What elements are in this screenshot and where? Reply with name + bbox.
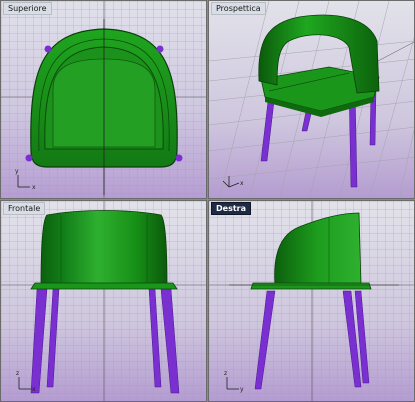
viewport-top-canvas[interactable]: x y (1, 1, 207, 199)
axis-y-label: y (240, 386, 244, 393)
axis-y-label: y (15, 168, 19, 175)
axis-x-label: x (32, 386, 36, 393)
viewport-perspective[interactable]: x Prospettica (208, 0, 415, 199)
axis-z-label: z (16, 370, 19, 377)
viewport-right[interactable]: y z Destra (208, 200, 415, 402)
viewport-title-perspective[interactable]: Prospettica (211, 2, 266, 15)
axis-x-label: x (32, 184, 36, 191)
viewport-top[interactable]: x y Superiore (0, 0, 207, 199)
viewport-right-canvas[interactable]: y z (209, 201, 415, 402)
viewport-title-front[interactable]: Frontale (3, 202, 46, 215)
axis-z-label: z (224, 370, 227, 377)
viewport-front-canvas[interactable]: x z (1, 201, 207, 402)
axis-x-label: x (240, 180, 244, 187)
viewport-front[interactable]: x z Frontale (0, 200, 207, 402)
viewport-title-right[interactable]: Destra (211, 202, 251, 215)
viewport-title-top[interactable]: Superiore (3, 2, 52, 15)
rhino-viewport-layout: x y Superiore x Prospettica x z Frontale… (0, 0, 415, 402)
viewport-perspective-canvas[interactable]: x (209, 1, 415, 199)
